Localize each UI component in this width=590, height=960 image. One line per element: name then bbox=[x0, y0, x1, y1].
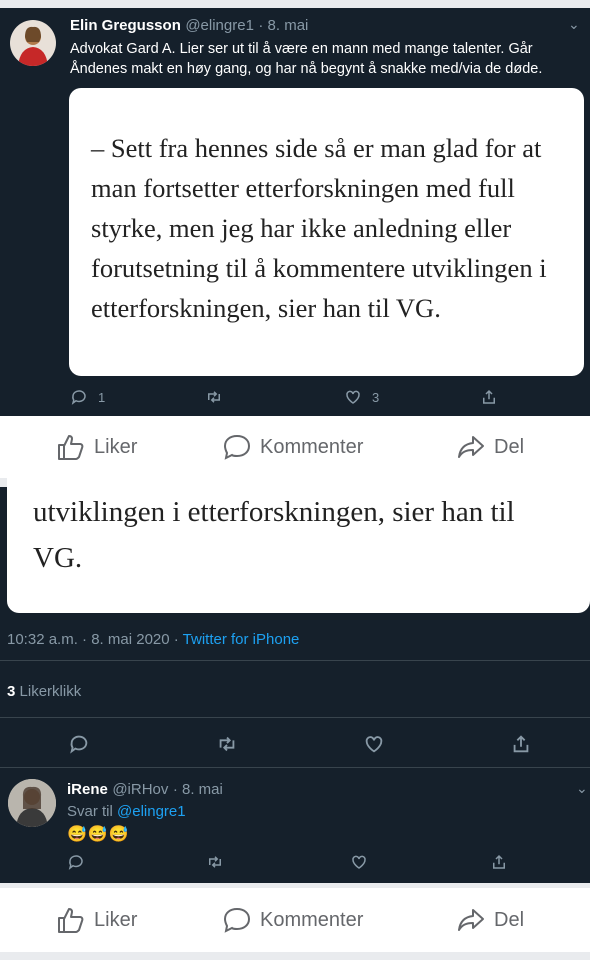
retweet-action[interactable] bbox=[216, 733, 238, 755]
reply-count: 1 bbox=[98, 389, 106, 405]
timestamp-text: 10:32 a.m. · 8. mai 2020 · bbox=[7, 631, 179, 648]
heart-icon bbox=[365, 736, 383, 753]
quote-tail-text: utviklingen i etterforskningen, sier han… bbox=[33, 496, 515, 574]
share-icon bbox=[483, 389, 495, 404]
reply-text: 😅😅😅 bbox=[67, 826, 130, 843]
share-action[interactable] bbox=[510, 733, 532, 755]
avatar[interactable] bbox=[8, 779, 56, 827]
tweet-date[interactable]: · 8. mai bbox=[173, 781, 223, 798]
retweet-icon bbox=[219, 736, 235, 752]
reply-action[interactable] bbox=[68, 733, 90, 755]
share-action[interactable] bbox=[490, 853, 508, 871]
facebook-action-bar: Liker Kommenter Del bbox=[0, 888, 590, 952]
share-button[interactable]: Del bbox=[456, 905, 524, 935]
tweet-timestamp: 10:32 a.m. · 8. mai 2020 · Twitter for i… bbox=[7, 631, 299, 648]
author-name[interactable]: iRene bbox=[67, 781, 108, 798]
reply-icon bbox=[71, 390, 86, 405]
reply-to-prefix: Svar til bbox=[67, 803, 113, 820]
divider bbox=[0, 767, 590, 768]
like-button[interactable]: Liker bbox=[56, 432, 137, 462]
chevron-down-icon[interactable]: ⌄ bbox=[568, 16, 580, 33]
share-arrow-icon bbox=[458, 436, 484, 458]
tweet-text: Advokat Gard A. Lier ser ut til å være e… bbox=[70, 41, 543, 77]
reply-to-handle[interactable]: @elingre1 bbox=[117, 803, 186, 820]
thumbs-up-icon bbox=[58, 908, 84, 933]
like-label: Liker bbox=[94, 435, 138, 458]
retweet-icon bbox=[209, 856, 221, 868]
like-action[interactable]: 3 bbox=[344, 388, 379, 406]
tweet-detail-card: utviklingen i etterforskningen, sier han… bbox=[0, 467, 590, 883]
heart-icon bbox=[346, 390, 360, 404]
likes-label: Likerklikk bbox=[19, 683, 82, 700]
likes-number: 3 bbox=[7, 683, 16, 700]
thumbs-up-icon bbox=[58, 435, 84, 460]
like-label: Liker bbox=[94, 908, 138, 931]
comment-button[interactable]: Kommenter bbox=[222, 905, 363, 935]
tweet-date[interactable]: · 8. mai bbox=[258, 17, 308, 34]
retweet-action[interactable] bbox=[205, 388, 223, 406]
replying-to: Svar til @elingre1 bbox=[67, 803, 186, 820]
author-handle[interactable]: @iRHov bbox=[112, 781, 168, 798]
like-action[interactable] bbox=[363, 733, 385, 755]
divider bbox=[0, 660, 590, 661]
share-label: Del bbox=[494, 908, 525, 931]
share-action[interactable] bbox=[480, 388, 498, 406]
comment-icon bbox=[223, 434, 251, 460]
reply-icon bbox=[68, 855, 83, 870]
reply-icon bbox=[70, 735, 88, 754]
comment-label: Kommenter bbox=[260, 435, 364, 458]
divider bbox=[0, 717, 590, 718]
comment-icon bbox=[223, 907, 251, 933]
author-name[interactable]: Elin Gregusson bbox=[70, 17, 181, 34]
comment-button[interactable]: Kommenter bbox=[222, 432, 363, 462]
like-action[interactable] bbox=[350, 853, 368, 871]
avatar[interactable] bbox=[10, 20, 56, 66]
quote-image[interactable]: – Sett fra hennes side så er man glad fo… bbox=[69, 88, 584, 376]
quote-text: – Sett fra hennes side så er man glad fo… bbox=[91, 133, 547, 323]
tweet-card: Elin Gregusson @elingre1 · 8. mai ⌄ Advo… bbox=[0, 8, 590, 416]
like-count: 3 bbox=[372, 389, 380, 405]
reply-action[interactable]: 1 bbox=[70, 388, 105, 406]
share-button[interactable]: Del bbox=[456, 432, 524, 462]
retweet-action[interactable] bbox=[206, 853, 224, 871]
reply-header: iRene @iRHov · 8. mai bbox=[67, 781, 223, 799]
comment-label: Kommenter bbox=[260, 908, 364, 931]
share-arrow-icon bbox=[458, 909, 484, 931]
quote-image-crop[interactable]: utviklingen i etterforskningen, sier han… bbox=[7, 467, 590, 613]
reply-action[interactable] bbox=[67, 853, 85, 871]
like-button[interactable]: Liker bbox=[56, 905, 137, 935]
share-icon bbox=[493, 854, 505, 869]
heart-icon bbox=[352, 855, 366, 869]
share-label: Del bbox=[494, 435, 525, 458]
author-handle[interactable]: @elingre1 bbox=[185, 17, 254, 34]
source-link[interactable]: Twitter for iPhone bbox=[183, 631, 300, 648]
chevron-down-icon[interactable]: ⌄ bbox=[576, 780, 588, 797]
retweet-icon bbox=[208, 391, 220, 403]
tweet-header: Elin Gregusson @elingre1 · 8. mai bbox=[70, 17, 308, 35]
likes-summary[interactable]: 3 Likerklikk bbox=[7, 683, 81, 700]
share-icon bbox=[513, 735, 529, 753]
